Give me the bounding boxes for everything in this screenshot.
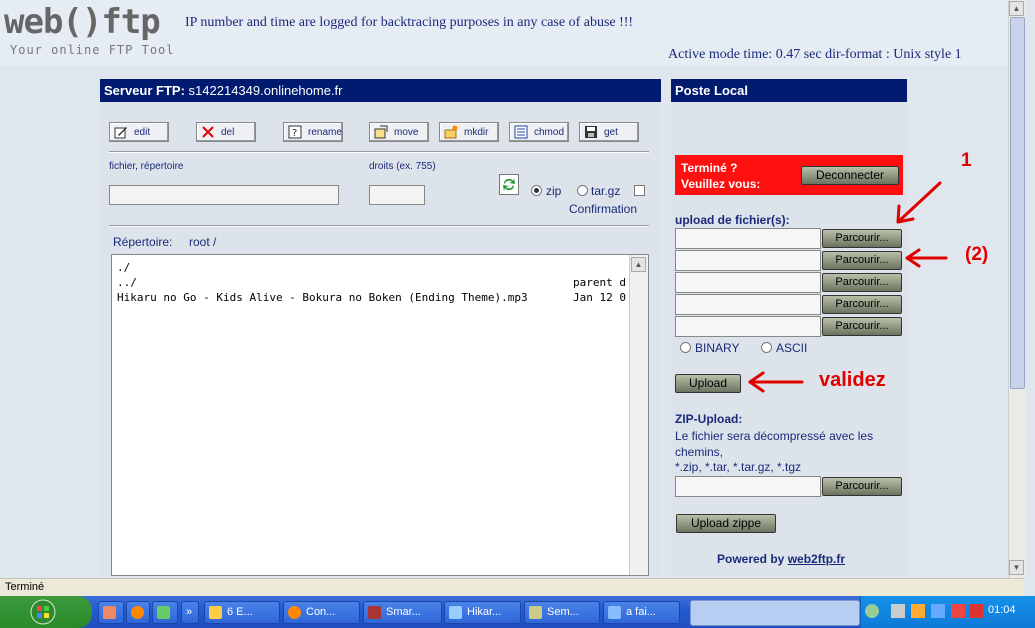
tray-icon[interactable]	[951, 604, 965, 618]
page-scroll-down-icon[interactable]: ▼	[1009, 560, 1024, 575]
tray-icon[interactable]	[891, 604, 905, 618]
task-label: 6 E...	[227, 606, 253, 618]
tray-icon[interactable]	[931, 604, 945, 618]
document-icon	[608, 606, 621, 619]
tray-icon[interactable]	[969, 604, 983, 618]
task-firefox[interactable]: Con...	[283, 601, 360, 624]
start-button[interactable]	[0, 596, 92, 628]
system-tray: 01:04	[860, 596, 1035, 628]
arrow-1-icon	[896, 181, 942, 224]
task-hikaru[interactable]: Hikar...	[444, 601, 521, 624]
windows-logo-icon	[30, 599, 56, 625]
firefox-icon	[288, 606, 301, 619]
task-afai[interactable]: a fai...	[603, 601, 680, 624]
task-explorer[interactable]: 6 E...	[204, 601, 280, 624]
annotation-arrows	[748, 181, 948, 393]
quicklaunch-icon[interactable]	[98, 601, 124, 624]
page-scroll-up-icon[interactable]: ▲	[1009, 1, 1024, 16]
app-icon	[368, 606, 381, 619]
firefox-quicklaunch-icon[interactable]	[126, 601, 150, 624]
task-label: Sem...	[547, 606, 579, 618]
media-toolbar[interactable]	[690, 600, 860, 626]
quicklaunch-more-icon[interactable]: »	[181, 601, 199, 624]
task-smart[interactable]: Smar...	[363, 601, 442, 624]
media-icon	[449, 606, 462, 619]
browser-status-bar: Terminé	[0, 578, 1024, 597]
tray-icon[interactable]	[865, 604, 879, 618]
app-icon	[529, 606, 542, 619]
task-sem[interactable]: Sem...	[524, 601, 600, 624]
folder-icon	[209, 606, 222, 619]
page-scrollbar[interactable]: ▲ ▼	[1008, 0, 1025, 578]
task-label: a fai...	[626, 606, 656, 618]
tray-icon[interactable]	[911, 604, 925, 618]
page-scroll-thumb[interactable]	[1010, 17, 1025, 389]
task-label: Con...	[306, 606, 336, 618]
status-text: Terminé	[5, 581, 45, 593]
task-label: Hikar...	[467, 606, 502, 618]
task-label: Smar...	[386, 606, 421, 618]
app-quicklaunch-icon[interactable]	[152, 601, 178, 624]
clock: 01:04	[988, 604, 1016, 616]
